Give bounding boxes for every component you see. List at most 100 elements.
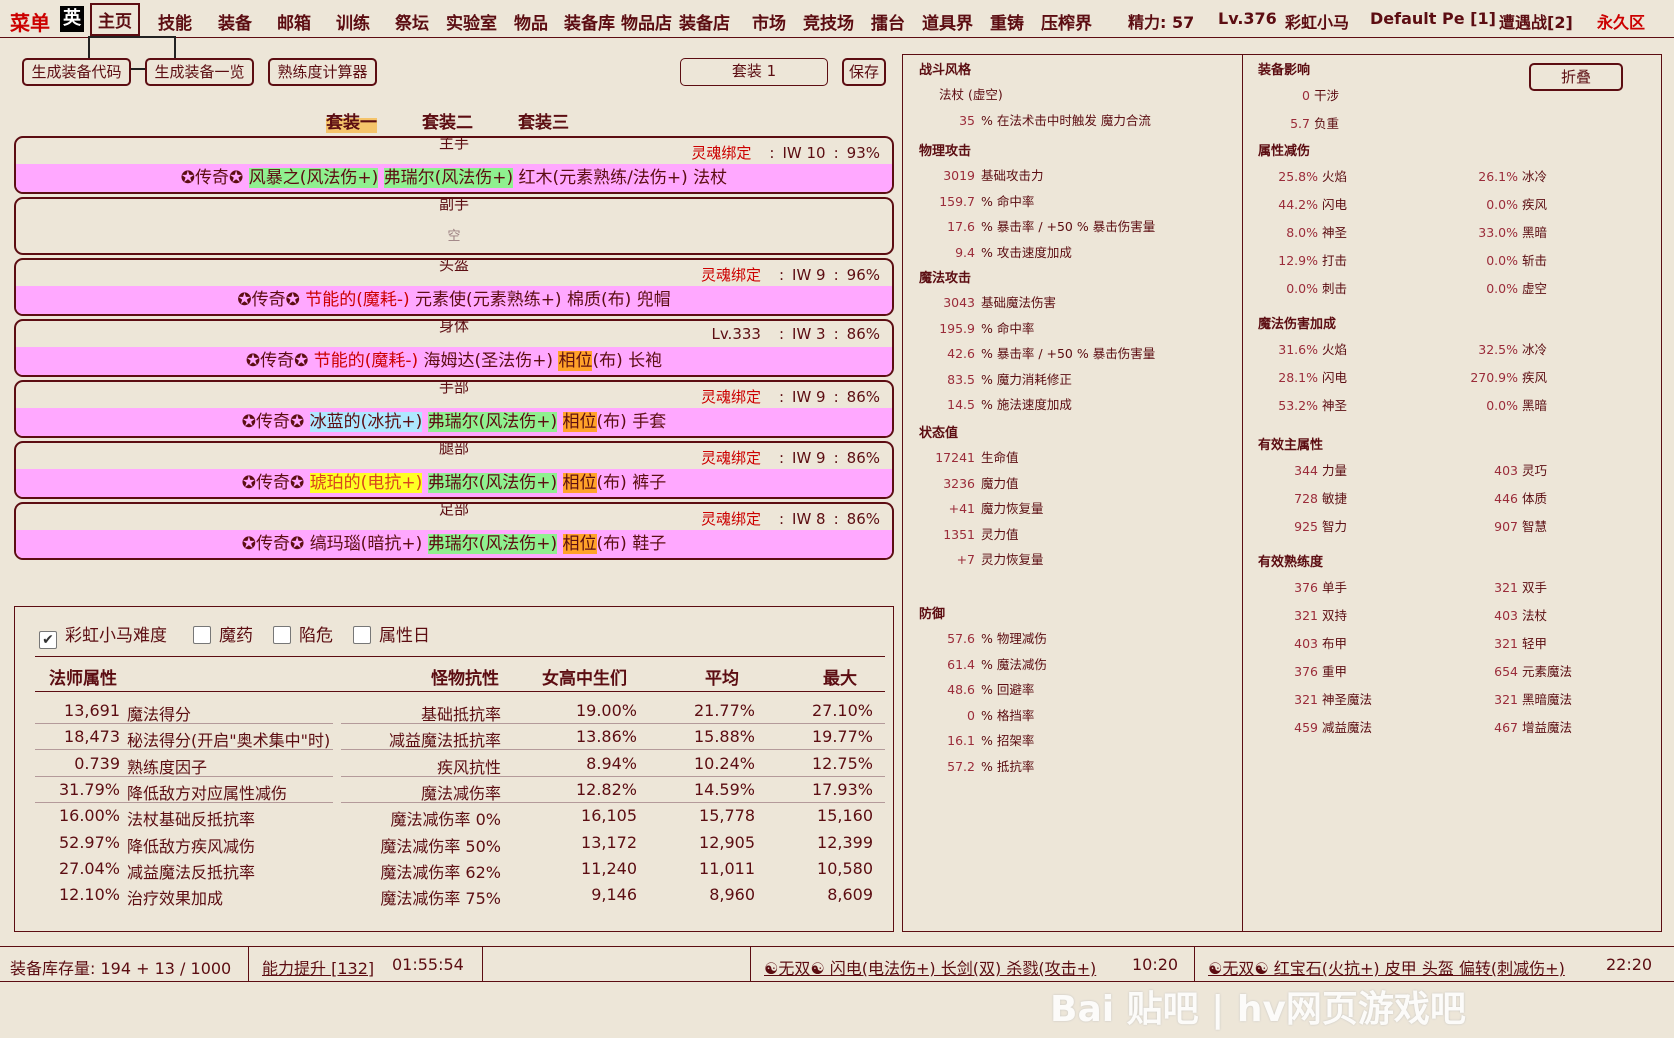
tab-set-3[interactable]: 套装三 <box>518 108 569 133</box>
row-divider <box>35 723 333 724</box>
stat-value: 48.6 <box>947 682 975 697</box>
equipped-item-name[interactable]: ✪传奇✪ 节能的(魔耗-) 元素使(元素熟练+) 棉质(布) 兜帽 <box>16 286 892 314</box>
mage-calculator-panel: ✔ 彩虹小马难度 魔药 陷危 属性日 法师属性 怪物抗性 女高中生们 平均 最大 … <box>14 606 894 932</box>
recent-drop-link-1[interactable]: ☯无双☯ 闪电(电法伤+) 长剑(双) 杀戮(攻击+) <box>764 955 1096 979</box>
item-name-part: 风暴之(风法伤+) <box>248 168 379 188</box>
generate-code-button[interactable]: 生成装备代码 <box>22 58 131 86</box>
menu-title[interactable]: 菜单 <box>10 7 50 36</box>
stat-row: 0 干涉 <box>1258 85 1339 104</box>
equip-slot-body[interactable]: 身体 Lv.333: IW 3:86% ✪传奇✪ 节能的(魔耗-) 海姆达(圣法伤+)… <box>14 319 894 377</box>
nav-items[interactable]: 物品 <box>514 9 548 34</box>
nav-mailbox[interactable]: 邮箱 <box>277 9 311 34</box>
equipped-item-name[interactable]: ✪传奇✪ 冰蓝的(冰抗+) 弗瑞尔(风法伤+) 相位(布) 手套 <box>16 408 892 436</box>
nav-equipment[interactable]: 装备 <box>218 9 252 34</box>
stat-label: 智力 <box>1322 519 1348 534</box>
equip-slot-main-hand[interactable]: 主手 灵魂绑定: IW 10:93% ✪传奇✪ 风暴之(风法伤+) 弗瑞尔(风法伤+)… <box>14 136 894 194</box>
item-name-part <box>378 168 383 188</box>
mage-stat-value: 13,691 <box>64 701 120 720</box>
stat-row: 33.0% 黑暗 <box>1458 222 1547 241</box>
nav-item-world[interactable]: 道具界 <box>922 9 973 34</box>
header-mage-attr: 法师属性 <box>49 669 117 689</box>
nav-reforge[interactable]: 重铸 <box>990 9 1024 34</box>
encounter-link[interactable]: 遭遇战[2] <box>1499 9 1573 33</box>
equip-slot-legs[interactable]: 腿部 灵魂绑定: IW 9:86% ✪传奇✪ 琥珀的(电抗+) 弗瑞尔(风法伤+) 相… <box>14 441 894 499</box>
stat-value: 446 <box>1494 491 1518 506</box>
value-average: 15.88% <box>693 727 755 746</box>
nav-equip-storage[interactable]: 装备库 <box>564 9 615 34</box>
nav-training[interactable]: 训练 <box>336 9 370 34</box>
nav-lab[interactable]: 实验室 <box>446 9 497 34</box>
nav-altar[interactable]: 祭坛 <box>395 9 429 34</box>
language-toggle[interactable]: 英 <box>60 6 84 32</box>
item-name-part <box>422 412 427 432</box>
equipped-item-name[interactable]: ✪传奇✪ 缟玛瑙(暗抗+) 弗瑞尔(风法伤+) 相位(布) 鞋子 <box>16 530 892 558</box>
nav-skills[interactable]: 技能 <box>158 9 192 34</box>
stat-row: 17241 生命值 <box>919 447 1019 466</box>
nav-home[interactable]: 主页 <box>90 3 140 36</box>
stat-label: 布甲 <box>1322 636 1348 651</box>
stat-label: 基础攻击力 <box>981 168 1044 183</box>
equip-slot-feet[interactable]: 足部 灵魂绑定: IW 8:86% ✪传奇✪ 缟玛瑙(暗抗+) 弗瑞尔(风法伤+) 相… <box>14 502 894 560</box>
stat-row: 376 重甲 <box>1258 661 1347 680</box>
checkbox-label: 魔药 <box>219 626 253 646</box>
checkbox-element-day[interactable]: 属性日 <box>353 621 430 646</box>
stat-row: 403 布甲 <box>1258 633 1347 652</box>
value-schoolgirls: 11,240 <box>581 859 637 878</box>
monster-resist-label: 魔法减伤率 0% <box>390 810 501 829</box>
equip-slot-helmet[interactable]: 头盔 灵魂绑定: IW 9:96% ✪传奇✪ 节能的(魔耗-) 元素使(元素熟练+) … <box>14 258 894 316</box>
item-name-part: 节能的(魔耗-) <box>313 351 419 371</box>
nav-arena[interactable]: 竞技场 <box>803 9 854 34</box>
stat-label: % 命中率 <box>981 194 1035 209</box>
stat-label: % 攻击速度加成 <box>981 245 1072 260</box>
divider <box>1194 947 1195 981</box>
nav-equip-shop[interactable]: 装备店 <box>679 9 730 34</box>
set-name-input[interactable]: 套装 1 <box>680 58 828 86</box>
ability-boost-link[interactable]: 能力提升 [132] <box>262 955 374 979</box>
stamina-readout: 精力: 57 <box>1128 13 1195 32</box>
stat-row: 35 % 在法术击中时触发 魔力合流 <box>919 110 1151 129</box>
value-max: 12,399 <box>817 833 873 852</box>
nav-ring[interactable]: 擂台 <box>871 9 905 34</box>
value-schoolgirls: 16,105 <box>581 806 637 825</box>
equip-slot-off-hand[interactable]: 副手空 <box>14 197 894 255</box>
stat-value: 3019 <box>943 168 975 183</box>
generate-list-button[interactable]: 生成装备一览 <box>145 58 254 86</box>
equipped-item-name[interactable]: ✪传奇✪ 琥珀的(电抗+) 弗瑞尔(风法伤+) 相位(布) 裤子 <box>16 469 892 497</box>
stat-label: 生命值 <box>981 450 1019 465</box>
stat-row: 321 轻甲 <box>1458 633 1547 652</box>
nav-market[interactable]: 市场 <box>752 9 786 34</box>
stat-row: 25.8% 火焰 <box>1258 166 1347 185</box>
save-button[interactable]: 保存 <box>842 58 886 86</box>
recent-drop-link-2[interactable]: ☯无双☯ 红宝石(火抗+) 皮甲 头盔 偏转(刺减伤+) <box>1208 955 1565 979</box>
stat-label: 冰冷 <box>1522 342 1548 357</box>
header-schoolgirls: 女高中生们 <box>542 669 627 689</box>
monster-resist-label: 基础抵抗率 <box>420 705 501 724</box>
monster-resist-label: 魔法减伤率 50% <box>380 837 501 856</box>
stat-row: 321 神圣魔法 <box>1258 689 1372 708</box>
fold-button[interactable]: 折叠 <box>1529 63 1623 91</box>
stat-label: 火焰 <box>1322 342 1348 357</box>
proficiency-calculator-button[interactable]: 熟练度计算器 <box>268 58 377 86</box>
stat-label: 增益魔法 <box>1522 720 1573 735</box>
soul-bound-badge: 灵魂绑定 <box>700 266 761 284</box>
item-name-part <box>557 412 562 432</box>
stat-label: 力量 <box>1322 463 1348 478</box>
checkbox-rainbow-pony[interactable]: ✔ 彩虹小马难度 <box>39 621 167 649</box>
checkbox-potion[interactable]: 魔药 <box>193 621 253 646</box>
tab-set-1[interactable]: 套装一 <box>326 108 377 133</box>
tab-set-2[interactable]: 套装二 <box>422 108 473 133</box>
persona-selector[interactable]: Default Pe [1] <box>1370 9 1496 28</box>
equip-slot-hands[interactable]: 手部 灵魂绑定: IW 9:86% ✪传奇✪ 冰蓝的(冰抗+) 弗瑞尔(风法伤+) 相… <box>14 380 894 438</box>
section-title-equip-effect: 装备影响 <box>1258 63 1311 78</box>
value-average: 8,960 <box>709 885 755 904</box>
stat-value: 44.2% <box>1278 197 1318 212</box>
checkbox-danger[interactable]: 陷危 <box>273 621 333 646</box>
stat-value: 0.0% <box>1486 281 1518 296</box>
equipped-item-name[interactable]: ✪传奇✪ 风暴之(风法伤+) 弗瑞尔(风法伤+) 红木(元素熟练/法伤+) 法杖 <box>16 164 892 192</box>
stat-value: 321 <box>1494 692 1518 707</box>
nav-squeeze-world[interactable]: 压榨界 <box>1041 9 1092 34</box>
equipped-item-name[interactable]: ✪传奇✪ 节能的(魔耗-) 海姆达(圣法伤+) 相位(布) 长袍 <box>16 347 892 375</box>
separator: : <box>778 449 785 467</box>
stat-value: 0 <box>1302 88 1310 103</box>
nav-item-shop[interactable]: 物品店 <box>621 9 672 34</box>
